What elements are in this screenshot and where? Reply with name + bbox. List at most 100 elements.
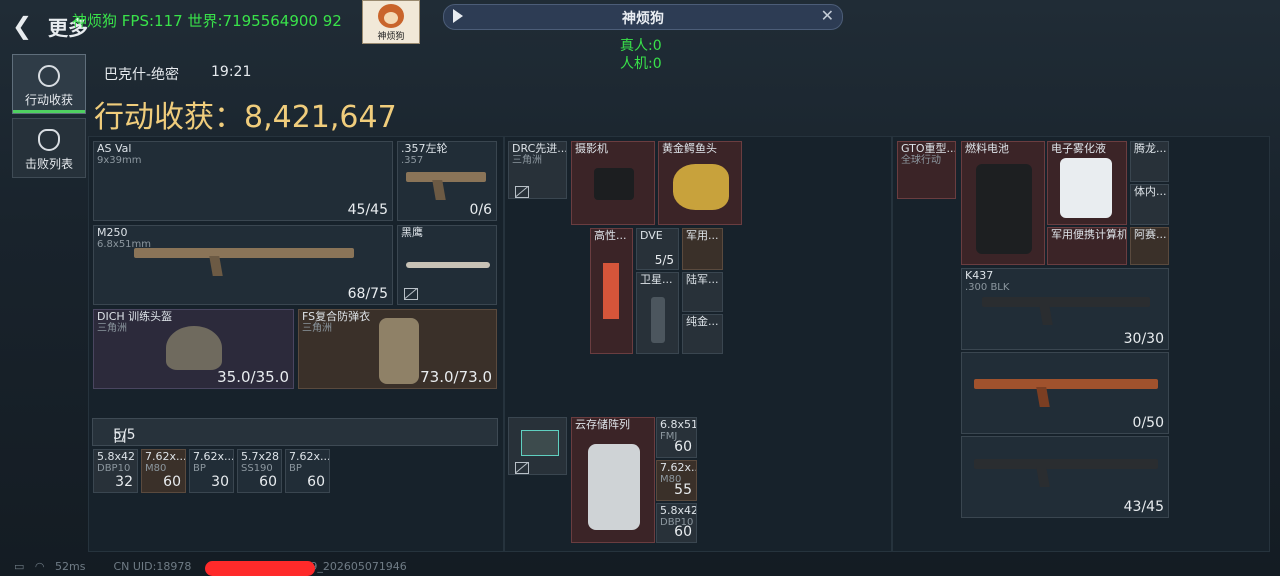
avatar[interactable]: 神烦狗 xyxy=(362,0,420,44)
backpack-slot[interactable]: GTO重型... 全球行动 xyxy=(897,141,956,199)
item-sub: .300 BLK xyxy=(965,282,1010,293)
dve-slot[interactable]: DVE 5/5 xyxy=(636,228,679,270)
military-laptop-slot[interactable]: 军用便携计算机 xyxy=(1047,227,1127,265)
item-name: 腾龙... xyxy=(1134,142,1167,155)
croc-head-slot[interactable]: 黄金鳄鱼头 xyxy=(658,141,742,225)
body-slot[interactable]: 体内... xyxy=(1130,184,1169,225)
pockets-header: 口袋：5/5 xyxy=(92,418,498,466)
container-slot[interactable] xyxy=(508,417,567,475)
camera-slot[interactable]: 摄影机 xyxy=(571,141,655,225)
weapon-ammo: .357 xyxy=(401,155,424,166)
music-player-bar[interactable]: 神烦狗 ✕ xyxy=(443,4,843,30)
item-count: 60 xyxy=(259,474,277,490)
item-name: 6.8x51 xyxy=(660,418,697,431)
no-insure-icon xyxy=(515,462,529,474)
item-count: 30/30 xyxy=(1123,331,1164,347)
rifle-slot-2[interactable]: 0/50 xyxy=(961,352,1169,434)
electrolyte-slot[interactable]: 电子雾化液 xyxy=(1047,141,1127,225)
item-name: GTO重型... xyxy=(901,142,956,155)
jug-icon xyxy=(1060,158,1112,218)
armor-durability: 73.0/73.0 xyxy=(420,368,492,386)
item-name: 纯金... xyxy=(686,315,719,328)
military-slot[interactable]: 军用... xyxy=(682,228,723,270)
case-icon xyxy=(521,430,559,456)
item-name: 摄影机 xyxy=(575,142,608,155)
armor-sub: 三角洲 xyxy=(302,323,332,334)
item-name: 电子雾化液 xyxy=(1051,142,1106,155)
fuel-cell-slot[interactable]: 燃料电池 xyxy=(961,141,1045,265)
item-name: 卫星... xyxy=(640,273,673,286)
item-name: 高性... xyxy=(594,229,627,242)
primary-weapon-slot[interactable]: AS Val 9x39mm 45/45 xyxy=(93,141,393,221)
ammo-item[interactable]: 5.8x42 DBP10 60 xyxy=(656,503,697,543)
item-name: 5.8x42 xyxy=(97,450,136,463)
pocket-item[interactable]: 7.62x... M80 60 xyxy=(141,449,186,493)
rifle-icon xyxy=(974,379,1158,389)
wifi-icon: ◠ xyxy=(34,560,45,573)
close-icon[interactable]: ✕ xyxy=(821,6,834,25)
gold-slot[interactable]: 纯金... xyxy=(682,314,723,354)
camera-icon xyxy=(594,168,634,200)
pocket-item[interactable]: 5.8x42 DBP10 32 xyxy=(93,449,138,493)
tab-label: 击败列表 xyxy=(24,157,73,171)
storage-array-icon xyxy=(588,444,640,530)
battery-icon xyxy=(976,164,1032,254)
pistol-slot[interactable]: .357左轮 .357 0/6 xyxy=(397,141,497,221)
match-time: 19:21 xyxy=(211,64,252,80)
ammo-item[interactable]: 6.8x51 FMJ 60 xyxy=(656,417,697,458)
stick-icon xyxy=(603,263,619,319)
no-insure-icon xyxy=(515,186,529,198)
pocket-item[interactable]: 7.62x... BP 60 xyxy=(285,449,330,493)
chest-rig-slot[interactable]: DRC先进... 三角洲 xyxy=(508,141,567,199)
melee-slot[interactable]: 黑鹰 xyxy=(397,225,497,305)
chevron-left-icon[interactable]: ❮ xyxy=(12,12,32,40)
item-name: 陆军... xyxy=(686,273,719,286)
helmet-durability: 35.0/35.0 xyxy=(217,368,289,386)
item-count: 55 xyxy=(674,482,692,498)
pocket-item[interactable]: 7.62x... BP 30 xyxy=(189,449,234,493)
tab-kill-list[interactable]: 击败列表 xyxy=(12,118,86,178)
high-perf-slot[interactable]: 高性... xyxy=(590,228,633,354)
tenglong-slot[interactable]: 腾龙... xyxy=(1130,141,1169,182)
item-count: 0/50 xyxy=(1132,415,1164,431)
bots: 人机:0 xyxy=(620,56,662,72)
ping-text: 52ms xyxy=(55,560,86,573)
tab-label: 行动收获 xyxy=(24,93,73,107)
pocket-item[interactable]: 5.7x28 SS190 60 xyxy=(237,449,282,493)
ammo-count: 45/45 xyxy=(347,202,388,218)
secondary-weapon-slot[interactable]: M250 6.8x51mm 68/75 xyxy=(93,225,393,305)
rifle-icon xyxy=(982,297,1150,307)
item-name: 7.62x... xyxy=(289,450,330,463)
target-icon xyxy=(38,65,60,87)
harvest-label: 行动收获： xyxy=(94,100,244,135)
helmet-sub: 三角洲 xyxy=(97,323,127,334)
item-count: 60 xyxy=(307,474,325,490)
armor-slot[interactable]: FS复合防弹衣 三角洲 73.0/73.0 xyxy=(298,309,497,389)
ammo-count: 68/75 xyxy=(347,286,388,302)
helmet-slot[interactable]: DICH 训练头盔 三角洲 35.0/35.0 xyxy=(93,309,294,389)
pockets-count: 5/5 xyxy=(113,427,136,443)
weapon-name: AS Val xyxy=(97,142,132,155)
harvest-total: 行动收获：8,421,647 xyxy=(94,92,397,136)
map-name: 巴克什-绝密 xyxy=(104,67,180,83)
item-name: 5.8x42 xyxy=(660,504,697,517)
active-indicator xyxy=(13,110,85,113)
army-slot[interactable]: 陆军... xyxy=(682,272,723,312)
rifle-slot-3[interactable]: 43/45 xyxy=(961,436,1169,518)
armor-name: FS复合防弹衣 xyxy=(302,310,371,323)
ammo-item[interactable]: 7.62x... M80 55 xyxy=(656,460,697,501)
weapon-name: .357左轮 xyxy=(401,142,448,155)
item-count: 60 xyxy=(163,474,181,490)
helmet-icon xyxy=(166,326,222,370)
harvest-value: 8,421,647 xyxy=(244,100,397,135)
satellite-slot[interactable]: 卫星... xyxy=(636,272,679,354)
melee-name: 黑鹰 xyxy=(401,226,423,239)
rifle-slot-1[interactable]: K437 .300 BLK 30/30 xyxy=(961,268,1169,350)
item-name: 云存储阵列 xyxy=(575,418,630,431)
tab-action-harvest[interactable]: 行动收获 xyxy=(12,54,86,114)
no-insure-icon xyxy=(404,288,418,300)
afternoon-slot[interactable]: 阿赛... xyxy=(1130,227,1169,265)
cloud-storage-slot[interactable]: 云存储阵列 xyxy=(571,417,655,543)
item-name: 5.7x28 xyxy=(241,450,280,463)
dog-face-icon xyxy=(378,4,404,28)
